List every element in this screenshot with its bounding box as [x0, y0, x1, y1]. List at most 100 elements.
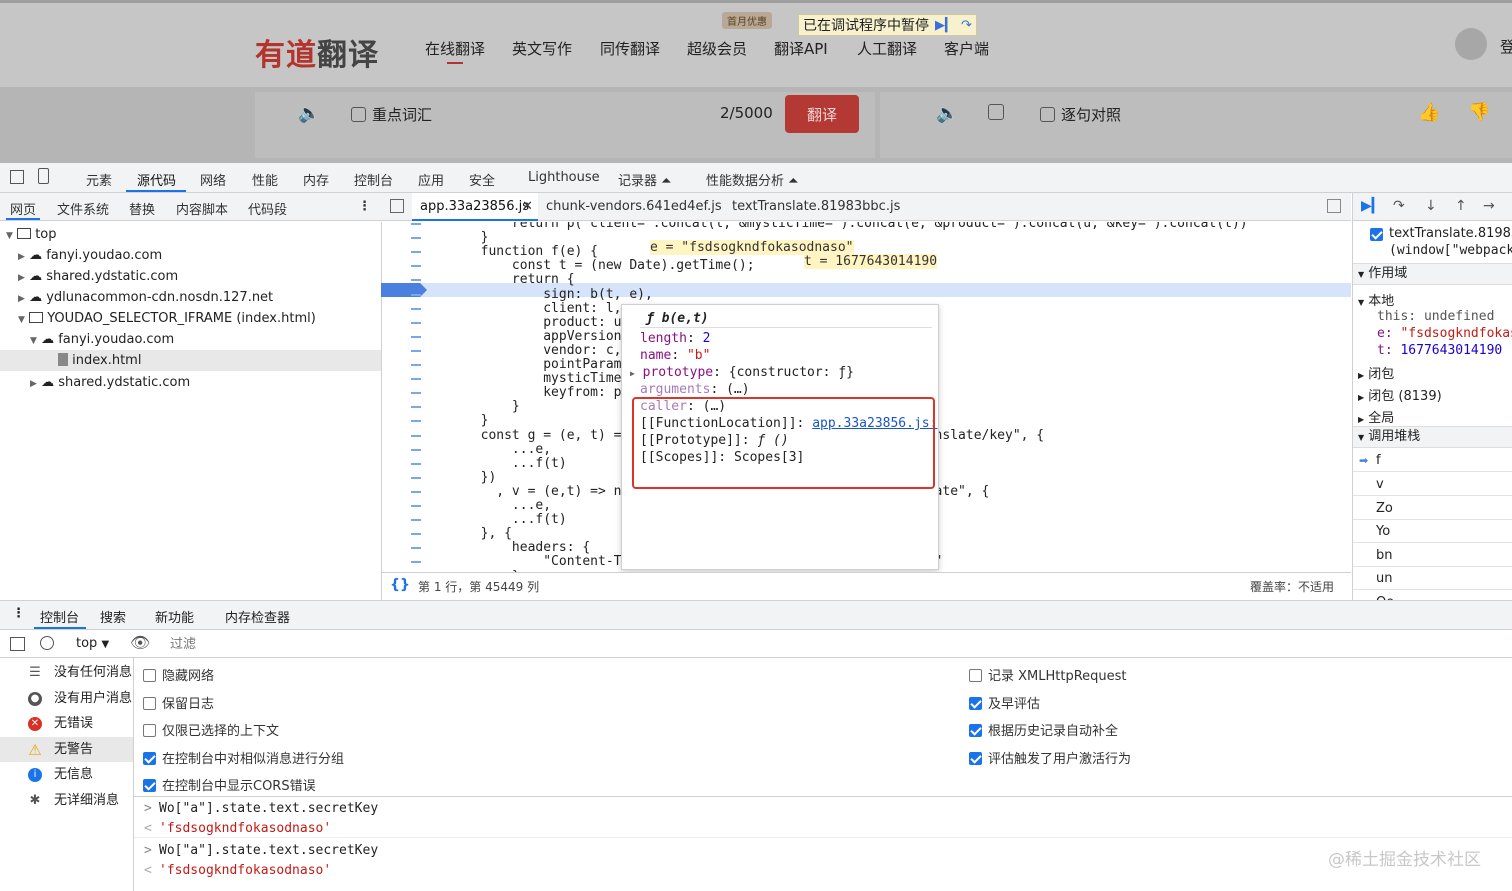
nav-tab-filesystem[interactable]: 文件系统	[57, 199, 109, 218]
inspect-element-icon[interactable]	[10, 170, 24, 184]
nav-human-translate[interactable]: 人工翻译	[857, 38, 917, 59]
editor-tab-app-js[interactable]: app.33a23856.js	[420, 199, 529, 214]
console-input-line[interactable]: Wo["a"].state.text.secretKey	[159, 843, 378, 858]
tree-item-index-html[interactable]: index.html	[0, 350, 381, 371]
sidebar-errors[interactable]: ✕ 无错误	[0, 711, 133, 736]
callstack-section-header[interactable]: ▼ 调用堆栈	[1353, 426, 1512, 448]
close-tab-icon[interactable]: ✕	[522, 199, 533, 214]
login-link[interactable]: 登	[1500, 36, 1512, 57]
eye-icon[interactable]: 👁	[130, 633, 150, 652]
nav-client[interactable]: 客户端	[944, 38, 989, 59]
scope-section-header[interactable]: ▼ 作用域	[1353, 263, 1512, 285]
translate-button[interactable]: 翻译	[785, 95, 859, 133]
console-option[interactable]: 保留日志	[143, 693, 214, 712]
tree-item-shared-iframe[interactable]: ▶ ☁ shared.ydstatic.com	[0, 372, 381, 393]
drawer-tab-console[interactable]: 控制台	[40, 607, 79, 626]
drawer-menu-icon[interactable]: ⋮	[12, 606, 25, 621]
tab-elements[interactable]: 元素	[86, 170, 112, 189]
step-into-icon[interactable]: ↓	[1425, 198, 1437, 214]
nav-tab-overrides[interactable]: 替换	[129, 199, 155, 218]
step-icon[interactable]: →	[1483, 198, 1495, 214]
editor-tab-text-translate[interactable]: textTranslate.81983bbc.js	[732, 199, 900, 214]
sidebar-warnings[interactable]: ⚠ 无警告	[0, 737, 133, 762]
scope-local[interactable]: ▼ 本地	[1358, 290, 1394, 309]
nav-simultaneous[interactable]: 同传翻译	[600, 38, 660, 59]
speaker-icon[interactable]: 🔈	[298, 103, 320, 124]
callstack-frame[interactable]: bn	[1353, 544, 1512, 567]
toggle-debugger-icon[interactable]	[1327, 199, 1341, 213]
tree-item-iframe[interactable]: ▼ YOUDAO_SELECTOR_IFRAME (index.html)	[0, 308, 381, 329]
tab-security[interactable]: 安全	[469, 170, 495, 189]
nav-super-vip[interactable]: 超级会员	[687, 38, 747, 59]
device-toolbar-icon[interactable]	[38, 168, 49, 184]
callstack-frame[interactable]: un	[1353, 567, 1512, 590]
resume-icon[interactable]: ▶▎	[935, 18, 955, 33]
editor-tab-chunk-vendors[interactable]: chunk-vendors.641ed4ef.js	[546, 199, 722, 214]
callstack-frame[interactable]: Yo	[1353, 520, 1512, 543]
clear-console-icon[interactable]	[40, 636, 54, 650]
tree-item-shared[interactable]: ▶ ☁ shared.ydstatic.com	[0, 266, 381, 287]
thumbs-down-icon[interactable]: 👎	[1468, 102, 1490, 123]
key-vocab-toggle[interactable]: 重点词汇	[351, 104, 432, 125]
scope-global[interactable]: ▶ 全局	[1358, 407, 1394, 426]
avatar[interactable]	[1455, 28, 1487, 60]
console-option[interactable]: 仅限已选择的上下文	[143, 720, 279, 739]
drawer-tab-search[interactable]: 搜索	[100, 607, 126, 626]
console-option[interactable]: 及早评估	[969, 693, 1040, 712]
drawer-tab-whats-new[interactable]: 新功能	[155, 607, 194, 626]
nav-tab-page[interactable]: 网页	[10, 199, 36, 218]
tab-memory[interactable]: 内存	[303, 170, 329, 189]
console-filter-input[interactable]	[162, 633, 762, 655]
callstack-frame[interactable]: Zo	[1353, 497, 1512, 520]
console-option[interactable]: 在控制台中对相似消息进行分组	[143, 748, 344, 767]
tab-application[interactable]: 应用	[418, 170, 444, 189]
callstack-frame[interactable]: Oo	[1353, 591, 1512, 600]
tab-console[interactable]: 控制台	[354, 170, 393, 189]
copy-icon[interactable]	[988, 104, 1004, 120]
console-option[interactable]: 记录 XMLHttpRequest	[969, 665, 1127, 684]
breakpoint-checkbox[interactable]	[1370, 228, 1389, 243]
step-out-icon[interactable]: ↑	[1455, 198, 1467, 214]
toggle-navigator-icon[interactable]	[390, 199, 404, 213]
sidebar-all-messages[interactable]: ☰ 没有任何消息	[0, 660, 133, 685]
nav-tab-content-scripts[interactable]: 内容脚本	[176, 199, 228, 218]
resume-icon[interactable]: ▶▎	[1361, 198, 1383, 214]
sidebar-verbose[interactable]: ✱ 无详细消息	[0, 788, 133, 813]
scope-closure[interactable]: ▶ 闭包	[1358, 363, 1394, 382]
step-over-icon[interactable]: ↷	[1393, 198, 1405, 214]
prop-arguments[interactable]: arguments: (…)	[640, 382, 750, 397]
tab-recorder[interactable]: 记录器 ⏶	[618, 170, 672, 189]
tab-lighthouse[interactable]: Lighthouse	[528, 170, 600, 185]
tab-performance[interactable]: 性能	[252, 170, 278, 189]
scope-closure-8139[interactable]: ▶ 闭包 (8139)	[1358, 385, 1442, 404]
drawer-tab-memory-inspector[interactable]: 内存检查器	[225, 607, 290, 626]
tab-performance-insights[interactable]: 性能数据分析 ⏶	[706, 170, 799, 189]
thumbs-up-icon[interactable]: 👍	[1418, 102, 1440, 123]
pretty-print-icon[interactable]: {}	[390, 577, 410, 593]
prop-prototype[interactable]: ▶ prototype: {constructor: ƒ}	[630, 365, 854, 380]
console-option[interactable]: 在控制台中显示CORS错误	[143, 775, 316, 794]
tab-sources[interactable]: 源代码	[137, 170, 176, 189]
callstack-frame[interactable]: ➡ f	[1353, 449, 1512, 472]
callstack-frame[interactable]: v	[1353, 473, 1512, 496]
nav-tab-snippets[interactable]: 代码段	[248, 199, 287, 218]
console-option[interactable]: 评估触发了用户激活行为	[969, 748, 1131, 767]
step-over-icon[interactable]: ↷	[961, 18, 972, 33]
youdao-logo[interactable]: 有道翻译	[255, 30, 379, 74]
tab-network[interactable]: 网络	[200, 170, 226, 189]
console-option[interactable]: 隐藏网络	[143, 665, 214, 684]
tree-item-top[interactable]: ▼ top	[0, 224, 381, 245]
console-option[interactable]: 根据历史记录自动补全	[969, 720, 1118, 739]
context-selector[interactable]: top ▼	[76, 636, 109, 651]
tree-item-fanyi[interactable]: ▶ ☁ fanyi.youdao.com	[0, 245, 381, 266]
sentence-compare-toggle[interactable]: 逐句对照	[1040, 104, 1121, 125]
sidebar-user-messages[interactable]: ● 没有用户消息	[0, 686, 133, 711]
sidebar-info[interactable]: i 无信息	[0, 762, 133, 787]
console-input-line[interactable]: Wo["a"].state.text.secretKey	[159, 801, 378, 816]
nav-online-translate[interactable]: 在线翻译	[425, 38, 485, 59]
nav-english-writing[interactable]: 英文写作	[512, 38, 572, 59]
tree-item-ydlunacommon[interactable]: ▶ ☁ ydlunacommon-cdn.nosdn.127.net	[0, 287, 381, 308]
sidebar-toggle-icon[interactable]	[10, 637, 25, 651]
speaker-icon[interactable]: 🔈	[936, 103, 958, 124]
tree-item-fanyi-iframe[interactable]: ▼ ☁ fanyi.youdao.com	[0, 329, 381, 350]
